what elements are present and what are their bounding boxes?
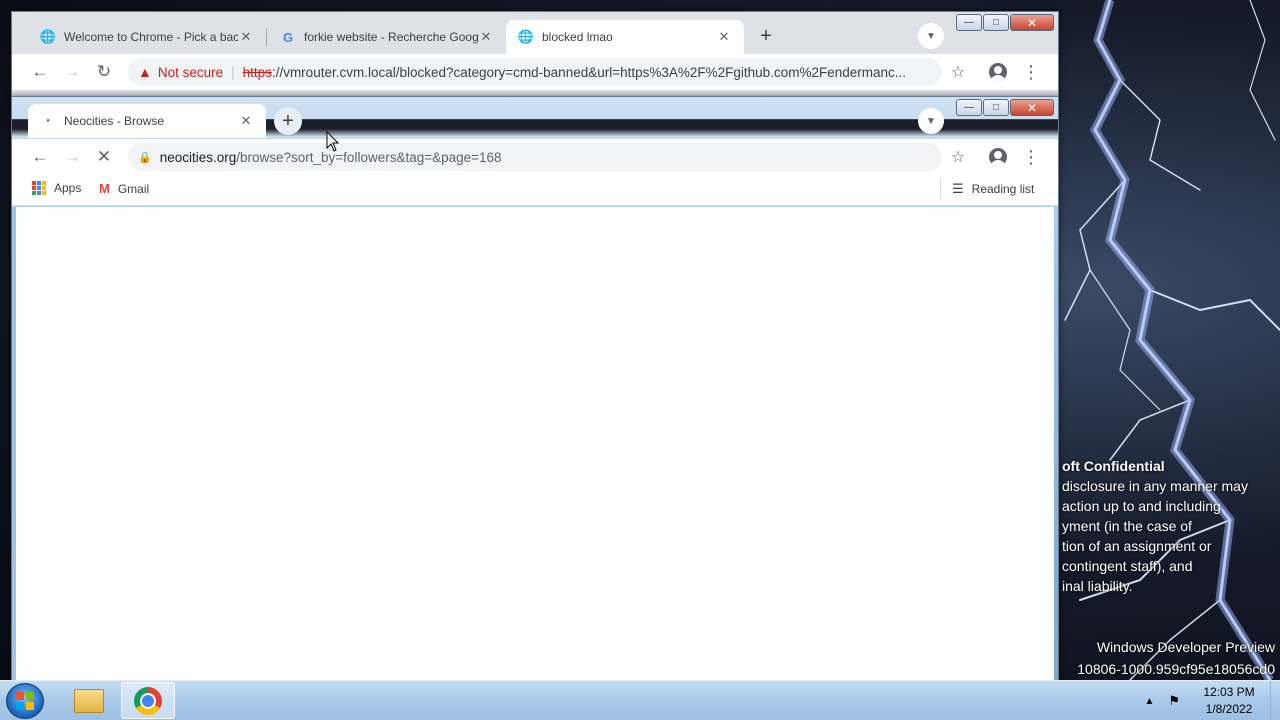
toolbar: ← → ✕ 🔒 neocities.org /browse?sort_by=fo… xyxy=(12,139,1058,175)
bookmark-label: Apps xyxy=(54,181,82,195)
url-path: /browse?sort_by=followers&tag=&page=168 xyxy=(236,149,502,165)
bookmark-star-icon[interactable]: ☆ xyxy=(944,58,972,86)
toolbar: ← → ↻ ▲ Not secure | https ://vmrouter.c… xyxy=(12,54,1058,90)
reload-button[interactable]: ↻ xyxy=(88,58,120,86)
clock-time: 12:03 PM xyxy=(1203,685,1255,699)
reading-list-icon: ☰ xyxy=(952,181,964,196)
stop-loading-button[interactable]: ✕ xyxy=(88,143,120,171)
taskbar-file-explorer[interactable] xyxy=(62,682,116,719)
forward-button[interactable]: → xyxy=(56,58,88,86)
tab-blocked[interactable]: 🌐 blocked lmao ✕ xyxy=(506,20,744,54)
reading-list-label: Reading list xyxy=(971,182,1035,196)
url-scheme: https xyxy=(242,64,272,80)
lock-icon[interactable]: 🔒 xyxy=(138,151,152,164)
address-bar[interactable]: ▲ Not secure | https ://vmrouter.cvm.loc… xyxy=(128,58,942,86)
watermark-line: tion of an assignment or xyxy=(1062,538,1212,554)
bookmark-gmail[interactable]: M Gmail xyxy=(99,181,149,196)
taskbar: ▲ ⚑ 12:03 PM 1/8/2022 xyxy=(0,680,1280,720)
system-tray: ▲ ⚑ 12:03 PM 1/8/2022 xyxy=(1144,681,1280,720)
profile-button[interactable] xyxy=(984,143,1012,171)
page-content[interactable] xyxy=(16,207,1054,681)
url-text: ://vmrouter.cvm.local/blocked?category=c… xyxy=(271,64,906,80)
menu-kebab-icon[interactable]: ⋮ xyxy=(1017,58,1045,86)
close-tab-icon[interactable]: ✕ xyxy=(478,29,494,45)
url-host: neocities.org xyxy=(159,149,237,165)
tab-title: blocked lmao xyxy=(542,30,613,44)
watermark-line: disclosure in any manner may xyxy=(1062,478,1248,494)
dev-preview-title: Windows Developer Preview xyxy=(1096,639,1275,655)
tab-search-button[interactable]: ▼ xyxy=(918,108,944,134)
menu-kebab-icon[interactable]: ⋮ xyxy=(1017,143,1045,171)
tab-neocities[interactable]: ● Neocities - Browse ✕ xyxy=(28,104,266,138)
not-secure-label[interactable]: Not secure xyxy=(158,65,223,80)
globe-icon: 🌐 xyxy=(39,29,57,44)
watermark-line: yment (in the case of xyxy=(1062,518,1192,534)
new-tab-button[interactable]: + xyxy=(752,22,780,50)
tab-title: Neocities - Browse xyxy=(64,114,165,128)
new-tab-button[interactable]: + xyxy=(274,107,302,135)
start-button[interactable] xyxy=(6,683,44,719)
action-center-flag-icon[interactable]: ⚑ xyxy=(1168,693,1180,709)
reading-list-button[interactable]: ☰ Reading list xyxy=(952,181,1034,197)
close-tab-icon[interactable]: ✕ xyxy=(238,29,254,45)
chrome-window-front[interactable]: — □ ✕ ● Neocities - Browse ✕ + ▼ ← → ✕ 🔒… xyxy=(11,96,1059,683)
bookmark-label: Gmail xyxy=(117,181,150,196)
forward-button[interactable]: → xyxy=(56,143,88,171)
watermark-line: action up to and including xyxy=(1062,498,1221,514)
folder-icon xyxy=(74,688,104,713)
profile-avatar-icon xyxy=(989,148,1007,166)
tab-title: Welcome to Chrome - Pick a background xyxy=(64,30,238,44)
clock-date: 1/8/2022 xyxy=(1205,702,1253,716)
watermark-line: oft Confidential xyxy=(1062,458,1165,474)
bookmarks-bar: Apps M Gmail ☰ Reading list xyxy=(12,173,1058,206)
tab-google-search[interactable]: G forkie website - Recherche Google ✕ xyxy=(268,20,506,54)
address-bar[interactable]: 🔒 neocities.org /browse?sort_by=follower… xyxy=(128,143,942,171)
dev-preview-build: 10806-1000.959cf95e18056cd0 xyxy=(1077,661,1275,677)
watermark-line: inal liability. xyxy=(1062,578,1133,594)
tab-strip: 🌐 Welcome to Chrome - Pick a background … xyxy=(12,18,1058,54)
clock[interactable]: 12:03 PM 1/8/2022 xyxy=(1194,684,1264,718)
warning-icon: ▲ xyxy=(138,64,152,80)
gmail-icon: M xyxy=(99,181,110,196)
developer-preview-text: Windows Developer Preview 10806-1000.959… xyxy=(1065,636,1275,680)
profile-button[interactable] xyxy=(984,58,1012,86)
tab-welcome[interactable]: 🌐 Welcome to Chrome - Pick a background … xyxy=(28,20,266,54)
tab-strip: ● Neocities - Browse ✕ + ▼ xyxy=(12,97,1058,138)
apps-grid-icon xyxy=(32,181,46,195)
chrome-icon xyxy=(134,686,162,715)
show-desktop-button[interactable] xyxy=(1270,681,1280,720)
confidential-watermark: oft Confidential disclosure in any manne… xyxy=(1062,456,1280,596)
bookmark-apps[interactable]: Apps xyxy=(32,181,81,195)
close-tab-icon[interactable]: ✕ xyxy=(716,29,732,45)
chrome-window-back[interactable]: — □ ✕ 🌐 Welcome to Chrome - Pick a backg… xyxy=(11,11,1059,97)
close-tab-icon[interactable]: ✕ xyxy=(238,113,254,129)
tray-expand-icon[interactable]: ▲ xyxy=(1144,696,1154,707)
back-button[interactable]: ← xyxy=(24,58,56,86)
back-button[interactable]: ← xyxy=(24,143,56,171)
taskbar-chrome[interactable] xyxy=(121,682,175,719)
windows-logo-icon xyxy=(16,692,34,710)
loading-dot-icon: ● xyxy=(46,118,50,124)
mouse-cursor-icon xyxy=(326,131,340,152)
tab-title: forkie website - Recherche Google xyxy=(304,30,478,44)
watermark-line: contingent staff), and xyxy=(1062,558,1193,574)
tab-search-button[interactable]: ▼ xyxy=(918,23,944,49)
bookmark-star-icon[interactable]: ☆ xyxy=(944,143,972,171)
profile-avatar-icon xyxy=(989,63,1007,81)
globe-icon: 🌐 xyxy=(517,29,535,44)
google-icon: G xyxy=(282,29,294,45)
